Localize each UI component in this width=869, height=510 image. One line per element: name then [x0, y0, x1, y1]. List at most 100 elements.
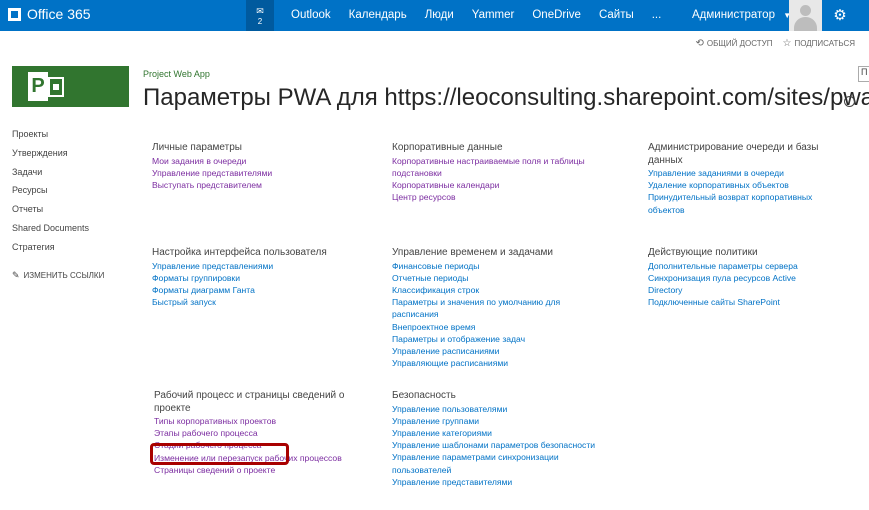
leftnav-approvals[interactable]: Утверждения: [12, 148, 89, 167]
link-ad-resource-pool-sync[interactable]: Синхронизация пула ресурсов Active Direc…: [648, 272, 798, 296]
star-icon: ☆: [782, 38, 792, 49]
section-title: Безопасность: [392, 390, 456, 401]
title-line: проекте: [154, 402, 191, 414]
user-name: Администратор: [692, 9, 775, 21]
link-grouping-formats[interactable]: Форматы группировки: [152, 272, 327, 284]
leftnav-tasks[interactable]: Задачи: [12, 167, 89, 186]
link-text: Принудительный возврат корпоративных: [648, 192, 813, 203]
link-manage-timesheets[interactable]: Управление расписаниями: [392, 345, 560, 357]
site-subtitle[interactable]: Project Web App: [143, 69, 210, 79]
brand-label: Office 365: [27, 6, 91, 22]
link-fiscal-periods[interactable]: Финансовые периоды: [392, 260, 560, 272]
link-resource-center[interactable]: Центр ресурсов: [392, 191, 585, 203]
link-force-check-in[interactable]: Принудительный возврат корпоративных объ…: [648, 191, 818, 215]
leftnav-projects[interactable]: Проекты: [12, 129, 89, 148]
link-text: пользователей: [392, 464, 452, 475]
link-delete-enterprise-objects[interactable]: Удаление корпоративных объектов: [648, 179, 818, 191]
nav-onedrive[interactable]: OneDrive: [523, 0, 590, 31]
link-manage-categories[interactable]: Управление категориями: [392, 427, 595, 439]
link-manage-views[interactable]: Управление представлениями: [152, 260, 327, 272]
mail-icon: ✉: [256, 6, 264, 16]
title-line: Администрирование очереди и базы: [648, 142, 819, 153]
follow-button[interactable]: ☆ ПОДПИСАТЬСЯ: [782, 38, 855, 49]
section-title: Рабочий процесс и страницы сведений о пр…: [154, 390, 344, 415]
link-text: подстановки: [392, 167, 442, 178]
link-connected-sharepoint-sites[interactable]: Подключенные сайты SharePoint: [648, 296, 798, 308]
share-label: ОБЩИЙ ДОСТУП: [706, 39, 773, 48]
search-box[interactable]: П: [858, 66, 869, 82]
left-navigation: Проекты Утверждения Задачи Ресурсы Отчет…: [12, 129, 89, 261]
notifications-count: 2: [257, 17, 263, 26]
link-act-as-delegate[interactable]: Выступать представителем: [152, 179, 272, 191]
link-workflow-phases[interactable]: Этапы рабочего процесса: [154, 427, 344, 439]
link-user-sync-settings[interactable]: Управление параметрами синхронизации пол…: [392, 451, 595, 475]
office365-logo[interactable]: Office 365: [8, 6, 91, 22]
section-enterprise-data: Корпоративные данные Корпоративные настр…: [392, 142, 585, 203]
office-icon: [8, 7, 21, 21]
link-custom-fields[interactable]: Корпоративные настраиваемые поля и табли…: [392, 155, 585, 179]
section-title: Администрирование очереди и базы данных: [648, 142, 818, 167]
link-manage-queue-jobs[interactable]: Управление заданиями в очереди: [648, 167, 818, 179]
link-security-templates[interactable]: Управление шаблонами параметров безопасн…: [392, 439, 595, 451]
link-gantt-chart-formats[interactable]: Форматы диаграмм Ганта: [152, 284, 327, 296]
link-text: Параметры и значения по умолчанию для: [392, 297, 561, 308]
user-menu[interactable]: Администратор ▼: [692, 0, 791, 31]
leftnav-resources[interactable]: Ресурсы: [12, 185, 89, 204]
section-security: Безопасность Управление пользователями У…: [392, 390, 595, 488]
info-icon[interactable]: i: [844, 96, 855, 107]
link-text: Directory: [648, 284, 683, 295]
section-personal: Личные параметры Мои задания в очереди У…: [152, 142, 272, 191]
link-text: расписания: [392, 309, 439, 320]
link-manage-users[interactable]: Управление пользователями: [392, 403, 595, 415]
link-manage-groups[interactable]: Управление группами: [392, 415, 595, 427]
share-button[interactable]: ⟲ ОБЩИЙ ДОСТУП: [696, 38, 773, 49]
project-icon: P: [28, 72, 48, 101]
suite-bar: Office 365 ✉ 2 Outlook Календарь Люди Ya…: [0, 0, 869, 31]
link-text: Корпоративные настраиваемые поля и табли…: [392, 155, 585, 166]
nav-outlook[interactable]: Outlook: [282, 0, 340, 31]
link-manage-delegates[interactable]: Управление представителями: [152, 167, 272, 179]
nav-sites[interactable]: Сайты: [590, 0, 643, 31]
edit-links-label: ИЗМЕНИТЬ ССЫЛКИ: [23, 271, 105, 280]
nav-yammer[interactable]: Yammer: [463, 0, 524, 31]
link-my-queued-jobs[interactable]: Мои задания в очереди: [152, 155, 272, 167]
section-title: Корпоративные данные: [392, 142, 503, 153]
pencil-icon: ✎: [12, 270, 20, 280]
link-enterprise-project-types[interactable]: Типы корпоративных проектов: [154, 415, 344, 427]
gear-icon[interactable]: ⚙: [828, 0, 852, 31]
suite-nav: Outlook Календарь Люди Yammer OneDrive С…: [282, 0, 670, 31]
section-title: Настройка интерфейса пользователя: [152, 247, 327, 258]
link-project-detail-pages[interactable]: Страницы сведений о проекте: [154, 464, 344, 476]
share-icon: ⟲: [695, 38, 704, 49]
edit-links-button[interactable]: ✎ ИЗМЕНИТЬ ССЫЛКИ: [12, 270, 104, 281]
link-manage-delegates-security[interactable]: Управление представителями: [392, 476, 595, 488]
section-title: Действующие политики: [648, 247, 758, 258]
link-enterprise-calendars[interactable]: Корпоративные календари: [392, 179, 585, 191]
link-timesheet-managers[interactable]: Управляющие расписаниями: [392, 357, 560, 369]
title-line: данных: [648, 154, 683, 166]
leftnav-shared-documents[interactable]: Shared Documents: [12, 223, 89, 242]
link-quick-launch[interactable]: Быстрый запуск: [152, 296, 327, 308]
leftnav-reports[interactable]: Отчеты: [12, 204, 89, 223]
nav-more[interactable]: ...: [643, 0, 671, 31]
follow-label: ПОДПИСАТЬСЯ: [794, 39, 855, 48]
page-actions: ⟲ ОБЩИЙ ДОСТУП ☆ ПОДПИСАТЬСЯ: [696, 38, 855, 49]
leftnav-strategy[interactable]: Стратегия: [12, 242, 89, 261]
highlight-box: [150, 443, 289, 465]
link-timesheet-periods[interactable]: Отчетные периоды: [392, 272, 560, 284]
project-logo[interactable]: P: [12, 66, 129, 107]
notifications-button[interactable]: ✉ 2: [246, 0, 274, 31]
link-task-settings[interactable]: Параметры и отображение задач: [392, 333, 560, 345]
nav-calendar[interactable]: Календарь: [340, 0, 416, 31]
link-additional-server-settings[interactable]: Дополнительные параметры сервера: [648, 260, 798, 272]
avatar[interactable]: [789, 0, 822, 31]
page-title: Параметры PWA для https://leoconsulting.…: [143, 84, 869, 111]
section-queue-admin: Администрирование очереди и базы данных …: [648, 142, 818, 216]
link-administrative-time[interactable]: Внепроектное время: [392, 321, 560, 333]
link-timesheet-settings[interactable]: Параметры и значения по умолчанию для ра…: [392, 296, 560, 320]
section-policies: Действующие политики Дополнительные пара…: [648, 247, 798, 308]
link-line-classifications[interactable]: Классификация строк: [392, 284, 560, 296]
nav-people[interactable]: Люди: [416, 0, 463, 31]
section-look-and-feel: Настройка интерфейса пользователя Управл…: [152, 247, 327, 308]
link-text: объектов: [648, 204, 685, 215]
